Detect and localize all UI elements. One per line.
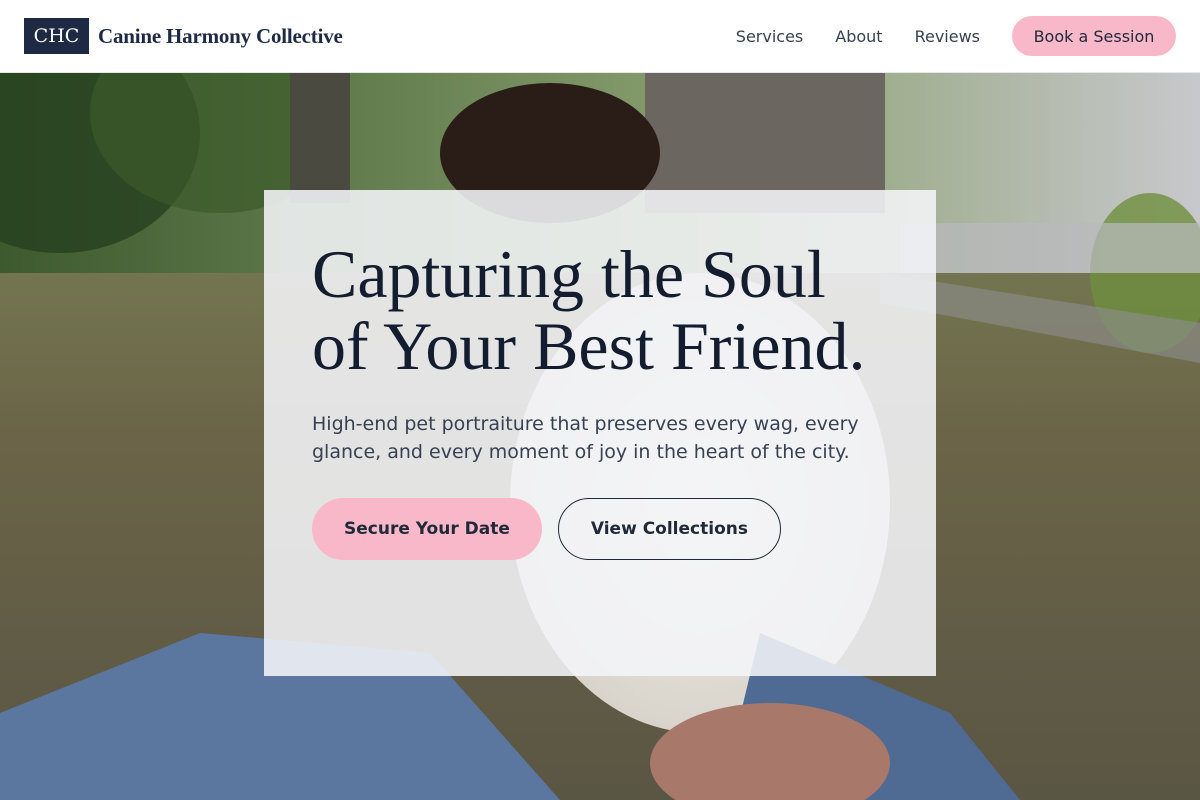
book-session-button[interactable]: Book a Session bbox=[1012, 16, 1176, 56]
hero-section: Capturing the Soul of Your Best Friend. … bbox=[0, 73, 1200, 800]
nav-link-reviews[interactable]: Reviews bbox=[915, 27, 980, 46]
nav-link-services[interactable]: Services bbox=[736, 27, 803, 46]
main-nav: Services About Reviews Book a Session bbox=[736, 16, 1176, 56]
nav-link-about[interactable]: About bbox=[835, 27, 882, 46]
hero-subhead: High-end pet portraiture that preserves … bbox=[312, 413, 859, 463]
hero-headline: Capturing the Soul of Your Best Friend. bbox=[312, 236, 866, 384]
secure-date-button[interactable]: Secure Your Date bbox=[312, 498, 542, 560]
view-collections-button[interactable]: View Collections bbox=[557, 498, 781, 560]
hero-card: Capturing the Soul of Your Best Friend. … bbox=[264, 190, 936, 676]
brand-name[interactable]: Canine Harmony Collective bbox=[98, 24, 343, 49]
hero-actions: Secure Your Date View Collections bbox=[312, 498, 888, 560]
logo[interactable]: CHC bbox=[24, 18, 89, 54]
brand[interactable]: CHC Canine Harmony Collective bbox=[24, 18, 343, 54]
site-header: CHC Canine Harmony Collective Services A… bbox=[0, 0, 1200, 73]
